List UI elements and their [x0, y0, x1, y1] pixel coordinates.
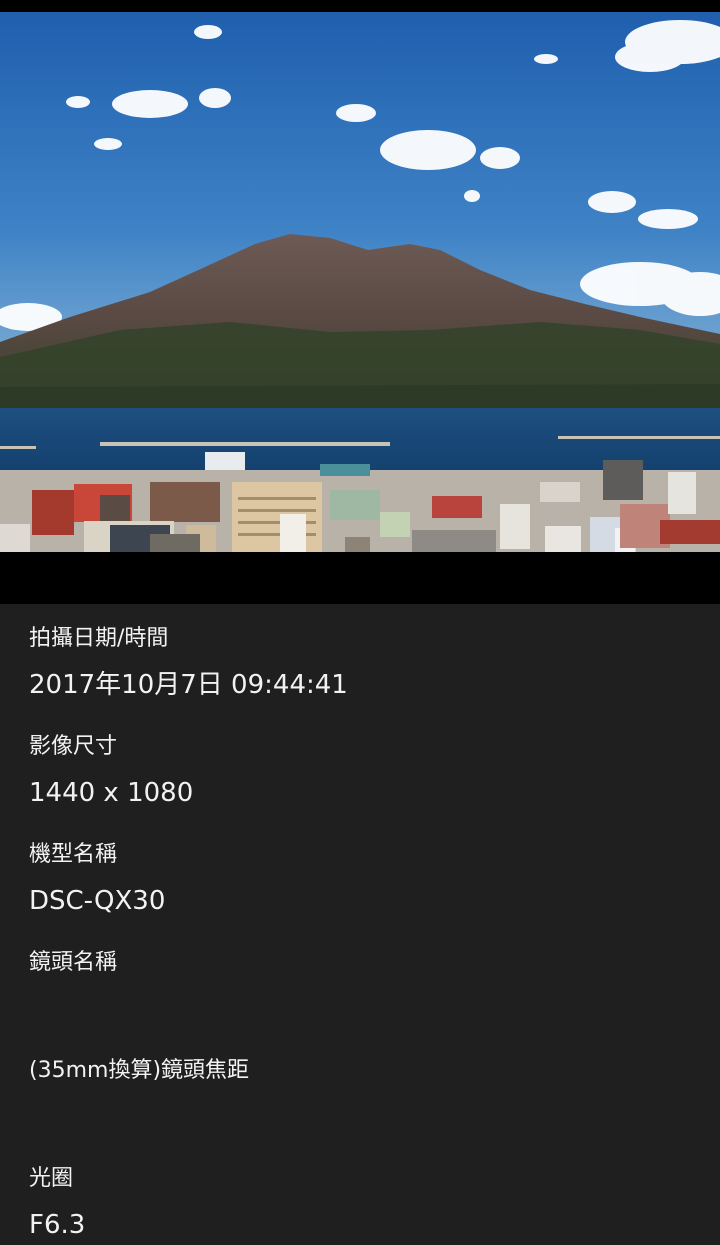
info-label-model-name: 機型名稱 — [29, 842, 118, 867]
info-item-date-time: 拍攝日期/時間 2017年10月7日 09:44:41 — [29, 624, 689, 702]
info-item-focal-length: (35mm換算)鏡頭焦距 — [29, 1056, 689, 1134]
info-label-lens-name: 鏡頭名稱 — [29, 950, 118, 975]
info-value-aperture: F6.3 — [29, 1210, 86, 1240]
photo-bottom-letterbox — [0, 552, 720, 604]
info-label-date-time: 拍攝日期/時間 — [29, 626, 169, 651]
info-item-aperture: 光圈 F6.3 — [29, 1164, 689, 1242]
info-value-focal-length — [29, 1100, 689, 1134]
info-value-lens-name — [29, 992, 689, 1026]
info-label-aperture: 光圈 — [29, 1166, 74, 1191]
info-item-image-size: 影像尺寸 1440 x 1080 — [29, 732, 689, 810]
info-value-image-size: 1440 x 1080 — [29, 778, 194, 808]
photo-image — [0, 12, 720, 552]
info-label-focal-length: (35mm換算)鏡頭焦距 — [29, 1058, 250, 1083]
info-value-date-time: 2017年10月7日 09:44:41 — [29, 670, 348, 700]
top-letterbox — [0, 0, 720, 12]
info-label-image-size: 影像尺寸 — [29, 734, 118, 759]
photo-info-panel[interactable]: 拍攝日期/時間 2017年10月7日 09:44:41 影像尺寸 1440 x … — [0, 604, 720, 1245]
info-item-lens-name: 鏡頭名稱 — [29, 948, 689, 1026]
info-item-model-name: 機型名稱 DSC-QX30 — [29, 840, 689, 918]
photo-viewer[interactable] — [0, 12, 720, 552]
info-value-model-name: DSC-QX30 — [29, 886, 166, 916]
